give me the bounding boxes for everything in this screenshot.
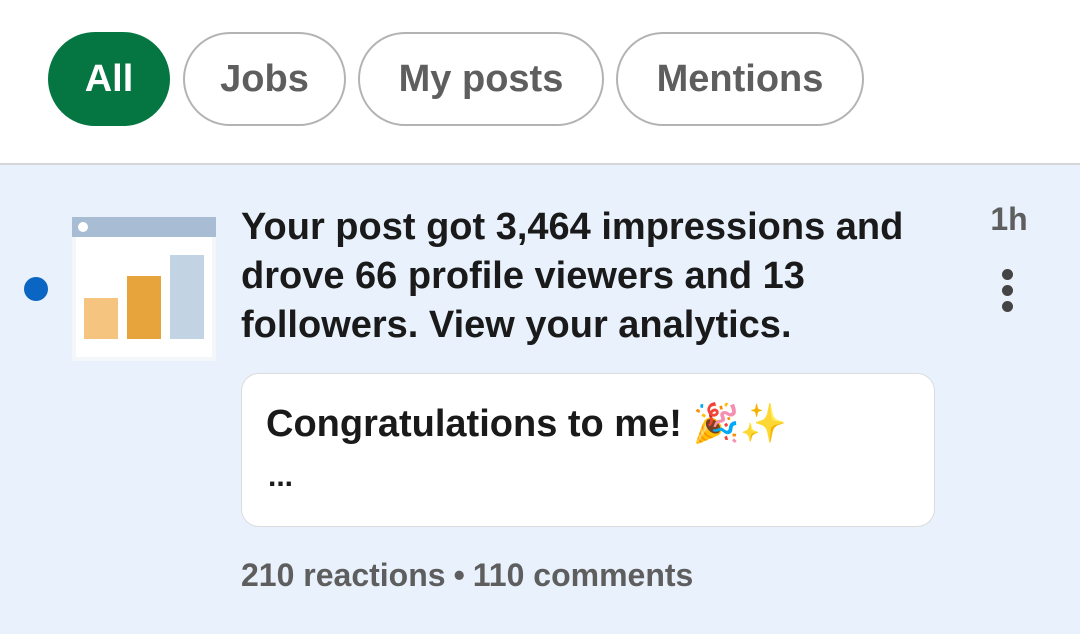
party-sparkles-emoji: 🎉✨ — [692, 403, 788, 445]
filter-chip-my-posts[interactable]: My posts — [358, 32, 604, 126]
engagement-stats: 210 reactions • 110 comments — [241, 557, 693, 594]
notification-message[interactable]: Your post got 3,464 impressions and drov… — [241, 203, 941, 350]
filter-chip-all[interactable]: All — [48, 32, 170, 126]
unread-indicator — [24, 277, 48, 301]
reactions-count[interactable]: 210 reactions — [241, 557, 446, 593]
post-preview-ellipsis: ... — [268, 460, 294, 493]
more-vertical-icon[interactable] — [988, 265, 1028, 315]
filter-chip-mentions[interactable]: Mentions — [616, 32, 864, 126]
comments-count[interactable]: 110 comments — [473, 557, 694, 593]
post-preview-text: Congratulations to me! 🎉✨ — [266, 403, 788, 445]
filter-bar: All Jobs My posts Mentions — [0, 0, 1080, 165]
filter-chip-jobs[interactable]: Jobs — [183, 32, 346, 126]
analytics-chart-icon — [72, 217, 216, 366]
notification-item[interactable]: Your post got 3,464 impressions and drov… — [0, 165, 1080, 634]
post-preview-card[interactable]: Congratulations to me! 🎉✨ ... — [241, 373, 935, 527]
notification-time: 1h — [990, 201, 1028, 237]
separator-dot: • — [453, 557, 465, 593]
